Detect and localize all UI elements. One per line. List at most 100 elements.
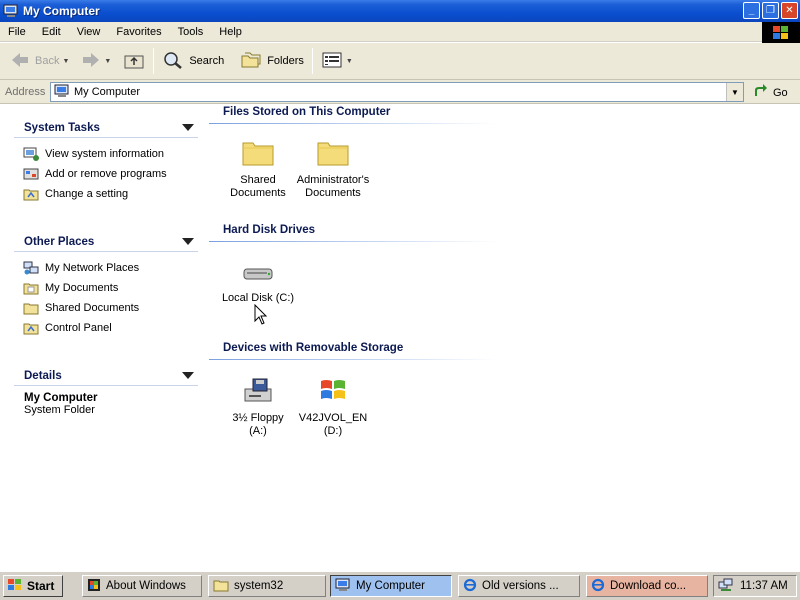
hard-disk-icon (238, 260, 278, 288)
item-label-line1: Shared (240, 174, 276, 186)
floppy-drive-icon (238, 372, 278, 408)
forward-dropdown-icon[interactable]: ▼ (104, 58, 111, 65)
item-cd-drive-d[interactable]: V42JVOL_EN (D:) (293, 372, 373, 438)
maximize-button[interactable]: ❐ (762, 2, 779, 19)
place-label: Control Panel (45, 322, 112, 334)
search-button[interactable]: Search (158, 46, 228, 76)
toolbar-separator (311, 48, 313, 74)
taskbar-label: system32 (234, 580, 284, 592)
my-computer-icon (54, 84, 70, 101)
forward-button[interactable]: ▼ (77, 46, 115, 76)
start-button[interactable]: Start (3, 575, 63, 597)
other-places-title: Other Places (24, 235, 95, 248)
title-bar[interactable]: My Computer _ ❐ ✕ (0, 0, 800, 22)
address-label: Address (5, 85, 46, 98)
place-my-documents[interactable]: My Documents (22, 278, 198, 298)
menu-tools[interactable]: Tools (170, 22, 212, 42)
task-view-system-information[interactable]: View system information (22, 144, 198, 164)
system-tasks-header[interactable]: System Tasks (14, 118, 198, 138)
item-label-line1: 3½ Floppy (232, 412, 284, 424)
taskbar-label: Download co... (610, 580, 687, 592)
place-label: Shared Documents (45, 302, 140, 314)
my-computer-icon (3, 4, 19, 18)
task-label: View system information (45, 148, 165, 160)
system-tasks-panel: System Tasks View system information Add… (14, 118, 198, 204)
item-label-line1: Administrator's (296, 174, 370, 186)
folders-button[interactable]: Folders (236, 46, 308, 76)
taskbar-system32[interactable]: system32 (208, 575, 326, 597)
close-button[interactable]: ✕ (781, 2, 798, 19)
go-button[interactable]: Go (752, 84, 788, 101)
item-floppy-a[interactable]: 3½ Floppy (A:) (218, 372, 298, 438)
start-label: Start (27, 579, 55, 593)
menu-favorites[interactable]: Favorites (108, 22, 169, 42)
system-tasks-title: System Tasks (24, 121, 100, 134)
folder-icon (213, 578, 229, 595)
internet-explorer-icon (591, 578, 605, 595)
taskbar-label: About Windows (106, 580, 186, 592)
menu-bar: File Edit View Favorites Tools Help (0, 22, 800, 42)
menu-edit[interactable]: Edit (34, 22, 69, 42)
group-hard-disk-drives: Hard Disk Drives (209, 224, 497, 242)
system-information-icon (22, 146, 40, 162)
windows-app-icon (87, 578, 101, 595)
up-folder-button[interactable] (119, 46, 149, 76)
back-label: Back (35, 55, 60, 67)
place-label: My Documents (45, 282, 119, 294)
views-button[interactable]: ▼ (317, 46, 357, 76)
content-pane: Files Stored on This Computer Shared Doc… (205, 104, 800, 571)
place-shared-documents[interactable]: Shared Documents (22, 298, 198, 318)
address-dropdown-icon[interactable]: ▼ (726, 83, 743, 101)
item-local-disk-c[interactable]: Local Disk (C:) (218, 260, 298, 305)
folders-label: Folders (267, 55, 304, 67)
clock[interactable]: 11:37 AM (740, 580, 788, 592)
item-administrators-documents[interactable]: Administrator's Documents (293, 134, 373, 200)
up-folder-icon (123, 50, 145, 73)
chevron-down-icon[interactable] (182, 124, 194, 131)
my-computer-icon (335, 578, 351, 595)
folder-icon (22, 280, 40, 296)
search-label: Search (189, 55, 225, 67)
chevron-down-icon[interactable] (182, 372, 194, 379)
task-change-setting[interactable]: Change a setting (22, 184, 198, 204)
details-title: Details (24, 369, 62, 382)
minimize-button[interactable]: _ (743, 2, 760, 19)
address-input[interactable]: My Computer ▼ (50, 82, 744, 102)
menu-help[interactable]: Help (211, 22, 250, 42)
network-places-icon (22, 260, 40, 276)
control-panel-icon (22, 186, 40, 202)
task-add-remove-programs[interactable]: Add or remove programs (22, 164, 198, 184)
control-panel-icon (22, 320, 40, 336)
forward-arrow-icon (81, 51, 101, 72)
windows-logo-icon (762, 22, 800, 43)
network-status-icon[interactable] (718, 578, 734, 595)
menu-file[interactable]: File (0, 22, 34, 42)
other-places-header[interactable]: Other Places (14, 232, 198, 252)
details-header[interactable]: Details (14, 366, 198, 386)
folder-icon (22, 300, 40, 316)
item-shared-documents[interactable]: Shared Documents (218, 134, 298, 200)
taskbar: Start About Windows system32 My Computer… (0, 571, 800, 600)
item-label-line2: Documents (230, 187, 286, 199)
search-icon (162, 50, 184, 73)
views-icon (321, 51, 343, 72)
task-pane: System Tasks View system information Add… (0, 104, 205, 571)
taskbar-old-versions[interactable]: Old versions ... (458, 575, 580, 597)
back-arrow-icon (10, 51, 30, 72)
place-my-network-places[interactable]: My Network Places (22, 258, 198, 278)
back-button[interactable]: Back ▼ (6, 46, 73, 76)
add-remove-programs-icon (22, 166, 40, 182)
folders-icon (240, 50, 262, 73)
item-label-line1: V42JVOL_EN (298, 412, 368, 424)
place-label: My Network Places (45, 262, 140, 274)
views-dropdown-icon[interactable]: ▼ (346, 58, 353, 65)
back-dropdown-icon[interactable]: ▼ (62, 58, 69, 65)
group-files-stored: Files Stored on This Computer (209, 106, 497, 124)
menu-view[interactable]: View (69, 22, 109, 42)
taskbar-about-windows[interactable]: About Windows (82, 575, 202, 597)
taskbar-download[interactable]: Download co... (586, 575, 708, 597)
place-control-panel[interactable]: Control Panel (22, 318, 198, 338)
taskbar-my-computer[interactable]: My Computer (330, 575, 452, 597)
chevron-down-icon[interactable] (182, 238, 194, 245)
task-label: Add or remove programs (45, 168, 167, 180)
